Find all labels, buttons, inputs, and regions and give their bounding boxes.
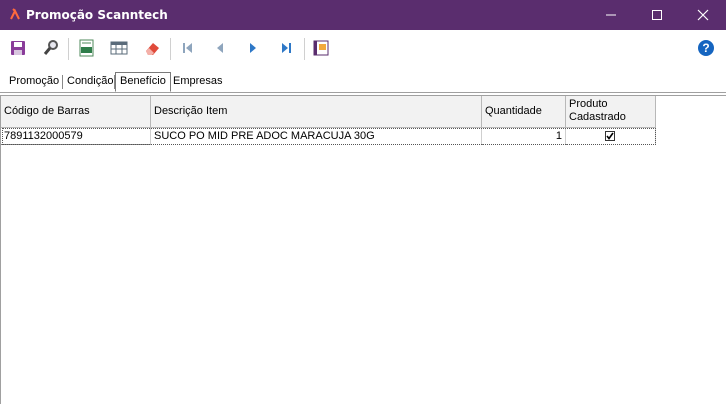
checkmark-icon (606, 132, 614, 140)
save-button[interactable] (9, 39, 29, 59)
eraser-icon (146, 43, 159, 55)
column-header-codigo-barras[interactable]: Código de Barras (1, 96, 151, 128)
selected-row-focus (2, 128, 656, 145)
column-header-quantidade[interactable]: Quantidade (482, 96, 566, 128)
report-button[interactable] (312, 39, 332, 59)
save-icon (11, 41, 25, 55)
last-record-button[interactable] (277, 39, 297, 59)
column-header-descricao[interactable]: Descrição Item (151, 96, 482, 128)
tab-promocao[interactable]: Promoção (5, 73, 63, 90)
first-record-button[interactable] (179, 39, 199, 59)
maximize-icon (652, 10, 662, 20)
previous-record-button[interactable] (211, 39, 231, 59)
column-header-label: Quantidade (485, 105, 542, 117)
toolbar-separator (304, 38, 305, 60)
excel-export-icon (79, 39, 94, 57)
minimize-icon (606, 14, 616, 16)
tab-condicao[interactable]: Condição (63, 73, 117, 90)
produto-cadastrado-checkbox[interactable] (605, 131, 615, 141)
previous-record-icon (217, 43, 223, 53)
toolbar: ? (0, 30, 726, 68)
column-header-produto-cadastrado[interactable]: Produto Cadastrado (566, 96, 656, 128)
help-button[interactable]: ? (697, 39, 717, 59)
export-excel-button[interactable] (78, 39, 98, 59)
clear-button[interactable] (143, 39, 163, 59)
column-header-label: Código de Barras (4, 105, 90, 117)
app-logo-icon (10, 8, 20, 20)
window-title: Promoção Scanntech (26, 8, 168, 22)
close-icon (697, 9, 709, 21)
next-record-icon (250, 43, 256, 53)
minimize-button[interactable] (588, 0, 634, 30)
title-bar: Promoção Scanntech (0, 0, 726, 30)
column-header-label: Descrição Item (154, 105, 228, 117)
toolbar-separator (68, 38, 69, 60)
toolbar-separator (170, 38, 171, 60)
close-button[interactable] (680, 0, 726, 30)
help-icon: ? (698, 40, 714, 56)
last-record-icon (282, 43, 291, 53)
svg-text:?: ? (702, 41, 709, 55)
tab-beneficio[interactable]: Benefício (115, 72, 171, 92)
search-button[interactable] (42, 39, 62, 59)
table-view-button[interactable] (110, 39, 130, 59)
tab-strip: Promoção Condição Benefício Empresas (0, 70, 726, 93)
first-record-icon (183, 43, 192, 53)
search-icon (43, 40, 58, 55)
next-record-button[interactable] (244, 39, 264, 59)
column-header-label: Produto Cadastrado (569, 98, 626, 123)
maximize-button[interactable] (634, 0, 680, 30)
tab-empresas[interactable]: Empresas (169, 73, 227, 90)
table-icon (110, 41, 128, 55)
report-icon (313, 40, 329, 56)
